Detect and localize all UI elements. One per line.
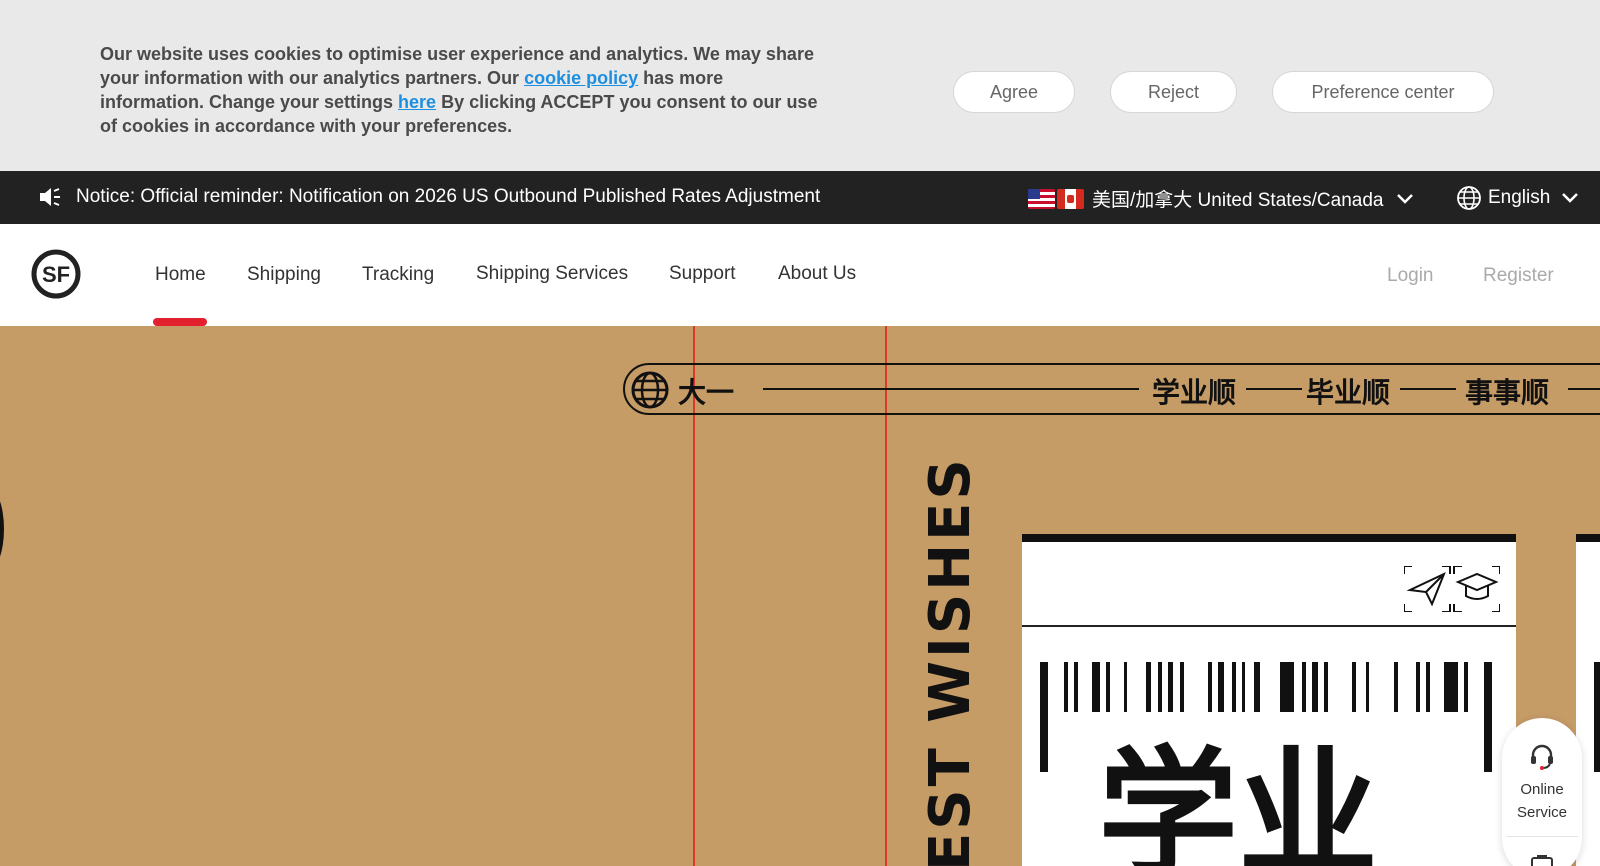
logo-text: SF <box>42 262 70 287</box>
notice-message[interactable]: Notice: Official reminder: Notification … <box>76 186 820 208</box>
nav-shipping-services[interactable]: Shipping Services <box>476 263 628 285</box>
label-icons <box>1404 566 1500 612</box>
reject-button[interactable]: Reject <box>1110 71 1237 113</box>
hero-big-text: 学业 <box>1098 734 1379 866</box>
paper-plane-icon <box>1404 566 1451 612</box>
hero-wish-3: 事事顺 <box>1465 376 1550 409</box>
globe-icon <box>1457 186 1481 210</box>
register-link[interactable]: Register <box>1483 265 1554 287</box>
us-flag-icon <box>1028 188 1055 209</box>
main-header: SF Home Shipping Tracking Shipping Servi… <box>0 224 1600 326</box>
page: Our website uses cookies to optimise use… <box>0 0 1600 866</box>
agree-button[interactable]: Agree <box>953 71 1075 113</box>
notice-bar: Notice: Official reminder: Notification … <box>0 171 1600 224</box>
region-label: 美国/加拿大 United States/Canada <box>1092 190 1384 211</box>
graduation-cap-icon <box>1453 566 1500 612</box>
active-nav-indicator <box>153 318 207 326</box>
briefcase-icon[interactable] <box>1531 854 1553 866</box>
hero-tag-text: 大一 <box>678 376 735 409</box>
cookie-message: Our website uses cookies to optimise use… <box>100 42 830 138</box>
hero-arc-decoration <box>0 486 4 572</box>
divider-line <box>1568 388 1600 390</box>
chevron-down-icon <box>1397 193 1414 204</box>
widget-divider <box>1506 836 1578 837</box>
canada-flag-icon <box>1057 188 1084 209</box>
nav-support[interactable]: Support <box>669 263 736 285</box>
online-service-label-line1: Online <box>1520 781 1564 798</box>
hero-wish-1: 学业顺 <box>1152 376 1237 409</box>
login-link[interactable]: Login <box>1387 265 1434 287</box>
settings-here-link[interactable]: here <box>398 92 436 112</box>
cookie-banner: Our website uses cookies to optimise use… <box>0 0 1600 171</box>
divider-line <box>1246 388 1302 390</box>
nav-about-us[interactable]: About Us <box>778 263 856 285</box>
nav-shipping[interactable]: Shipping <box>247 264 321 286</box>
globe-icon <box>631 371 669 409</box>
preference-center-button[interactable]: Preference center <box>1272 71 1494 113</box>
hero-wish-2: 毕业顺 <box>1306 376 1391 409</box>
notice-label: Notice: <box>76 186 136 207</box>
chevron-down-icon <box>1562 193 1579 203</box>
notice-text: Official reminder: Notification on 2026 … <box>140 186 821 207</box>
region-selector[interactable]: 美国/加拿大 United States/Canada <box>1028 185 1415 212</box>
hero-vertical-text: EST WISHES <box>918 456 983 866</box>
sf-logo[interactable]: SF <box>30 248 82 300</box>
speaker-icon <box>40 188 60 206</box>
online-service-label: Online Service <box>1502 778 1582 824</box>
divider-line <box>1400 388 1456 390</box>
divider-line <box>763 388 1139 390</box>
nav-tracking[interactable]: Tracking <box>362 264 434 286</box>
online-service-label-line2: Service <box>1516 804 1568 821</box>
headset-icon <box>1531 744 1553 770</box>
language-selector[interactable]: English <box>1456 185 1580 211</box>
hero-banner[interactable]: 大一 学业顺 毕业顺 事事顺 EST WISHES 学业 <box>0 326 1600 866</box>
online-service-widget[interactable]: Online Service <box>1502 718 1582 866</box>
nav-home[interactable]: Home <box>155 264 206 286</box>
language-label: English <box>1488 187 1551 208</box>
cookie-policy-link[interactable]: cookie policy <box>524 68 638 88</box>
